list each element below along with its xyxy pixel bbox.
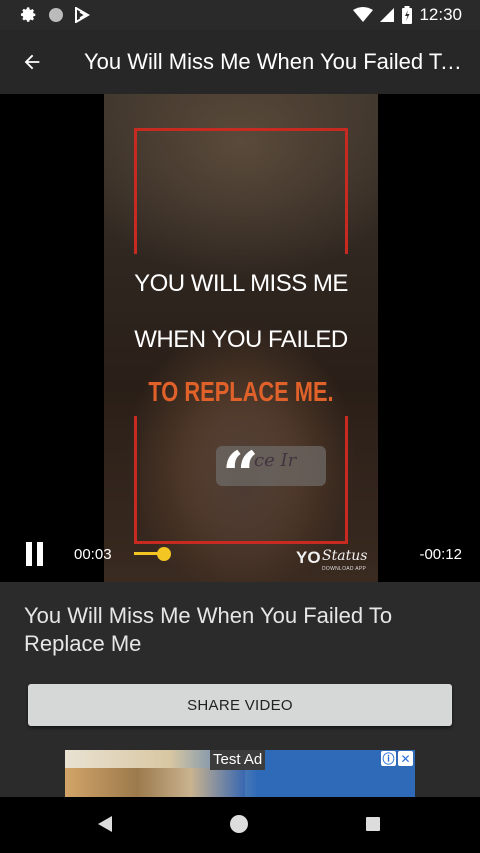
ad-banner[interactable]: Test Ad ⓘ ✕ xyxy=(65,750,415,798)
watermark-script: Status xyxy=(322,548,368,564)
gear-icon xyxy=(20,6,38,24)
arrow-left-icon xyxy=(21,51,43,73)
signal-icon xyxy=(379,7,395,23)
back-button[interactable] xyxy=(0,30,64,94)
circle-icon xyxy=(48,7,64,23)
ad-label: Test Ad xyxy=(210,750,266,770)
wifi-icon xyxy=(353,7,374,23)
video-title: You Will Miss Me When You Failed To Repl… xyxy=(24,603,393,656)
quote-mark-icon: “ xyxy=(222,438,259,513)
recents-square-icon[interactable] xyxy=(366,817,380,831)
remaining-time: -00:12 xyxy=(419,546,462,563)
home-circle-icon[interactable] xyxy=(230,815,248,833)
pause-icon-bar xyxy=(37,542,43,566)
watermark-brand: YO xyxy=(296,548,321,567)
battery-icon xyxy=(401,6,413,24)
ad-info-icon[interactable]: ⓘ xyxy=(381,751,396,766)
frame-border-top xyxy=(134,128,348,254)
ad-image xyxy=(65,768,245,798)
pause-button[interactable] xyxy=(26,542,48,566)
pause-icon-bar xyxy=(26,542,32,566)
seek-thumb[interactable] xyxy=(157,547,171,561)
page-title: You Will Miss Me When You Failed To Repl… xyxy=(84,49,474,74)
video-frame: ce Ir YOU WILL MISS ME WHEN YOU FAILED T… xyxy=(104,94,378,582)
ad-close-icon[interactable]: ✕ xyxy=(398,751,413,766)
status-time: 12:30 xyxy=(419,5,462,24)
seek-bar[interactable] xyxy=(134,547,284,561)
notification-icon xyxy=(74,7,90,23)
status-bar: 12:30 xyxy=(0,0,480,30)
overlay-line-3: TO REPLACE ME. xyxy=(148,376,334,407)
overlay-line-2: WHEN YOU FAILED xyxy=(134,326,348,353)
back-triangle-icon[interactable] xyxy=(96,814,114,839)
share-video-button[interactable]: SHARE VIDEO xyxy=(28,684,452,726)
video-player[interactable]: ce Ir YOU WILL MISS ME WHEN YOU FAILED T… xyxy=(0,94,480,582)
watermark-sub: DOWNLOAD APP xyxy=(322,566,367,572)
elapsed-time: 00:03 xyxy=(74,546,112,563)
overlay-line-1: YOU WILL MISS ME xyxy=(134,270,348,297)
app-bar: You Will Miss Me When You Failed To Repl… xyxy=(0,30,480,94)
system-nav-bar xyxy=(0,797,480,853)
watermark-logo: YO Status DOWNLOAD APP xyxy=(296,548,386,576)
